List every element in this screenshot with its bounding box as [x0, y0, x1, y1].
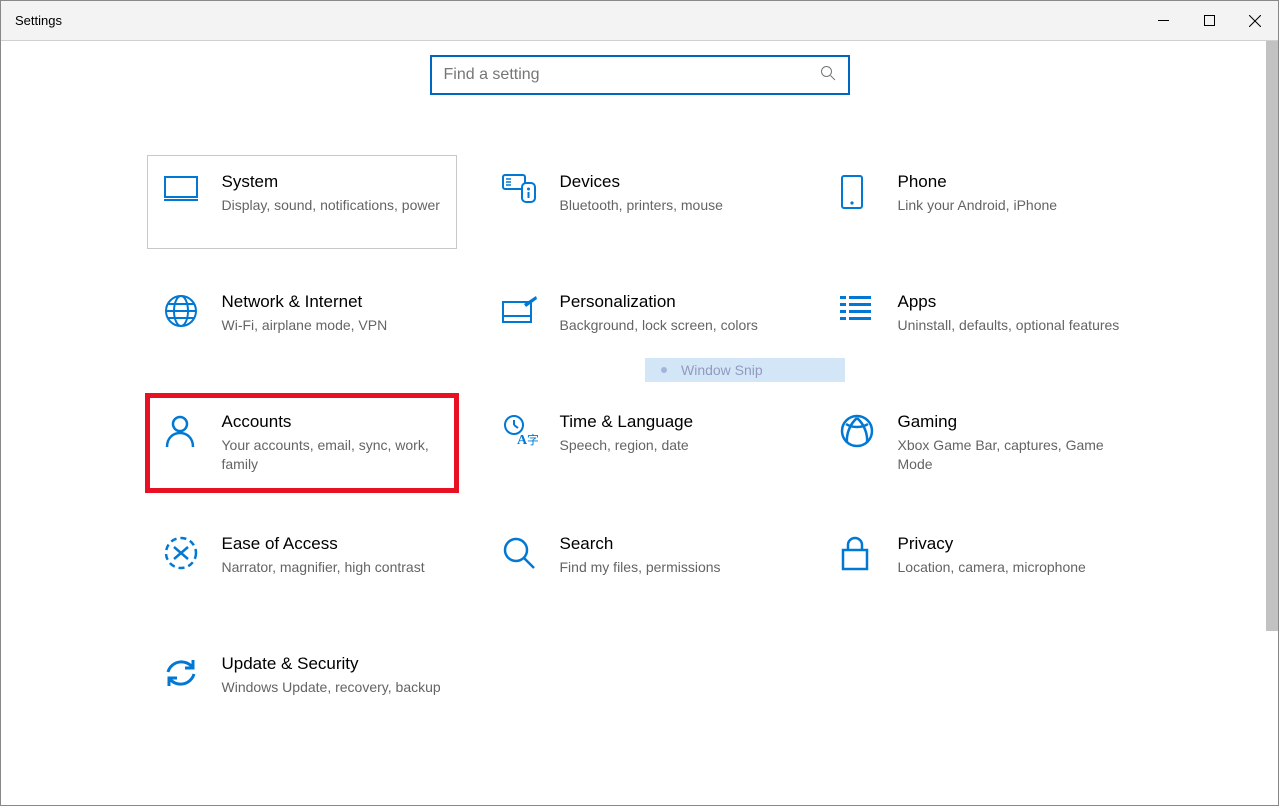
- phone-icon: [840, 172, 884, 232]
- tile-title: Network & Internet: [222, 292, 444, 312]
- ease-of-access-icon: [164, 534, 208, 594]
- close-icon: [1249, 15, 1261, 27]
- window-title: Settings: [15, 13, 62, 28]
- titlebar: Settings: [1, 1, 1278, 41]
- display-icon: [164, 172, 208, 232]
- tile-apps[interactable]: Apps Uninstall, defaults, optional featu…: [823, 275, 1133, 369]
- privacy-icon: [840, 534, 884, 594]
- tile-title: Privacy: [898, 534, 1120, 554]
- tile-time-language[interactable]: A字 Time & Language Speech, region, date: [485, 395, 795, 491]
- tile-desc: Windows Update, recovery, backup: [222, 678, 444, 697]
- tile-privacy[interactable]: Privacy Location, camera, microphone: [823, 517, 1133, 611]
- minimize-icon: [1158, 15, 1169, 26]
- tile-title: Devices: [560, 172, 782, 192]
- search-input[interactable]: [444, 66, 820, 84]
- snip-label: Window Snip: [681, 362, 763, 378]
- close-button[interactable]: [1232, 1, 1278, 40]
- tile-title: Phone: [898, 172, 1120, 192]
- tile-title: Time & Language: [560, 412, 782, 432]
- tile-desc: Xbox Game Bar, captures, Game Mode: [898, 436, 1120, 474]
- tile-update-security[interactable]: Update & Security Windows Update, recove…: [147, 637, 457, 731]
- search-container: [1, 55, 1278, 95]
- tile-network[interactable]: Network & Internet Wi-Fi, airplane mode,…: [147, 275, 457, 369]
- snip-tooltip: Window Snip: [645, 358, 845, 382]
- svg-text:字: 字: [527, 432, 538, 446]
- globe-icon: [164, 292, 208, 352]
- tile-ease-of-access[interactable]: Ease of Access Narrator, magnifier, high…: [147, 517, 457, 611]
- tile-desc: Narrator, magnifier, high contrast: [222, 558, 444, 577]
- tile-accounts[interactable]: Accounts Your accounts, email, sync, wor…: [147, 395, 457, 491]
- tile-desc: Display, sound, notifications, power: [222, 196, 444, 215]
- snip-dot-icon: [661, 367, 667, 373]
- maximize-button[interactable]: [1186, 1, 1232, 40]
- devices-icon: [502, 172, 546, 232]
- tile-desc: Link your Android, iPhone: [898, 196, 1120, 215]
- tile-title: System: [222, 172, 444, 192]
- tile-desc: Find my files, permissions: [560, 558, 782, 577]
- settings-grid: System Display, sound, notifications, po…: [1, 155, 1278, 731]
- tile-title: Ease of Access: [222, 534, 444, 554]
- apps-icon: [840, 292, 884, 352]
- tile-title: Apps: [898, 292, 1120, 312]
- tile-system[interactable]: System Display, sound, notifications, po…: [147, 155, 457, 249]
- tile-search[interactable]: Search Find my files, permissions: [485, 517, 795, 611]
- search-box[interactable]: [430, 55, 850, 95]
- tile-desc: Location, camera, microphone: [898, 558, 1120, 577]
- tile-title: Search: [560, 534, 782, 554]
- tile-personalization[interactable]: Personalization Background, lock screen,…: [485, 275, 795, 369]
- tile-title: Personalization: [560, 292, 782, 312]
- update-icon: [164, 654, 208, 714]
- tile-title: Gaming: [898, 412, 1120, 432]
- tile-phone[interactable]: Phone Link your Android, iPhone: [823, 155, 1133, 249]
- vertical-scrollbar[interactable]: [1266, 41, 1278, 631]
- window-controls: [1140, 1, 1278, 40]
- maximize-icon: [1204, 15, 1215, 26]
- tile-desc: Bluetooth, printers, mouse: [560, 196, 782, 215]
- tile-gaming[interactable]: Gaming Xbox Game Bar, captures, Game Mod…: [823, 395, 1133, 491]
- personalization-icon: [502, 292, 546, 352]
- time-language-icon: A字: [502, 412, 546, 474]
- content-area: System Display, sound, notifications, po…: [1, 41, 1278, 731]
- tile-desc: Wi-Fi, airplane mode, VPN: [222, 316, 444, 335]
- tile-title: Accounts: [222, 412, 444, 432]
- tile-desc: Speech, region, date: [560, 436, 782, 455]
- tile-title: Update & Security: [222, 654, 444, 674]
- tile-desc: Your accounts, email, sync, work, family: [222, 436, 444, 474]
- gaming-icon: [840, 412, 884, 474]
- search-icon: [820, 65, 836, 86]
- minimize-button[interactable]: [1140, 1, 1186, 40]
- tile-devices[interactable]: Devices Bluetooth, printers, mouse: [485, 155, 795, 249]
- search-tile-icon: [502, 534, 546, 594]
- accounts-icon: [164, 412, 208, 474]
- tile-desc: Background, lock screen, colors: [560, 316, 782, 335]
- tile-desc: Uninstall, defaults, optional features: [898, 316, 1120, 335]
